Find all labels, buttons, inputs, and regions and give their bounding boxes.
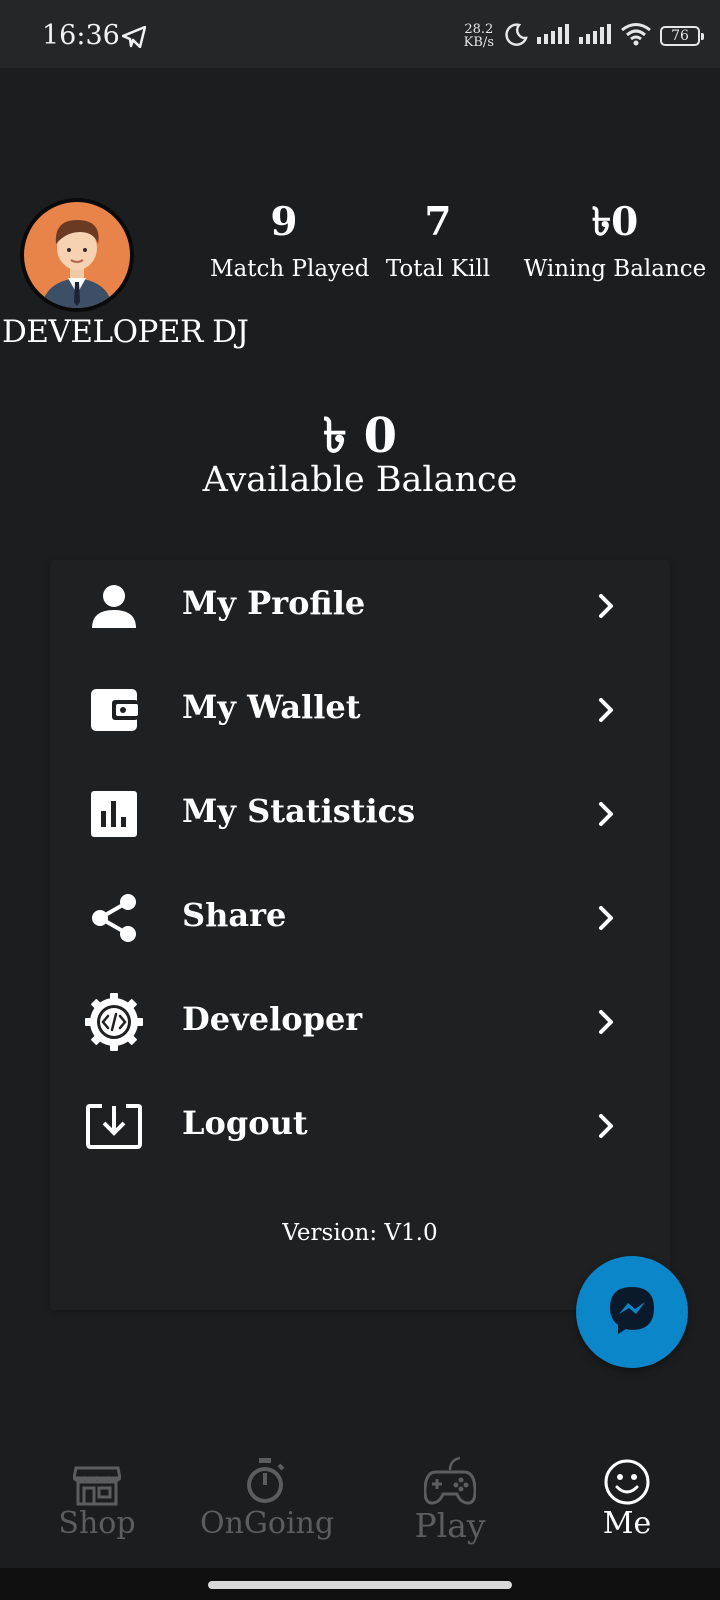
wifi-icon	[620, 22, 652, 50]
menu-card: My Profile My Wallet My Statistics Share	[50, 560, 670, 1310]
stat-total-kill: 7 Total Kill	[384, 198, 492, 284]
menu-item-share[interactable]: Share	[50, 872, 670, 964]
signal-icon	[578, 23, 612, 49]
bar-chart-icon	[84, 784, 144, 844]
moon-icon	[504, 22, 528, 50]
menu-item-label: My Profile	[182, 584, 366, 622]
status-bar: 16:36 28.2 KB/s 76	[0, 0, 720, 68]
bottom-nav: Shop OnGoing Play Me	[0, 1450, 720, 1570]
nav-item-ongoing[interactable]: OnGoing	[200, 1450, 335, 1541]
chevron-right-icon	[594, 694, 618, 726]
status-right: 28.2 KB/s 76	[464, 22, 704, 50]
available-balance-label: Available Balance	[202, 460, 518, 500]
store-icon	[52, 1450, 142, 1506]
menu-item-label: Developer	[182, 1000, 363, 1038]
stat-value: 9	[270, 199, 298, 245]
menu-item-logout[interactable]: Logout	[50, 1080, 670, 1172]
messenger-icon	[606, 1284, 658, 1340]
stat-wining-balance: ৳0 Wining Balance	[515, 198, 715, 284]
stat-match-played: 9 Match Played	[210, 198, 370, 284]
chevron-right-icon	[594, 1110, 618, 1142]
menu-item-my-profile[interactable]: My Profile	[50, 560, 670, 652]
network-speed: 28.2 KB/s	[464, 23, 494, 49]
stat-value: 7	[424, 199, 452, 245]
stat-label: Match Played	[210, 256, 370, 282]
menu-item-label: My Wallet	[182, 688, 361, 726]
username: DEVELOPER DJ	[2, 314, 249, 350]
nav-item-me[interactable]: Me	[582, 1450, 672, 1541]
stat-label: Wining Balance	[523, 256, 707, 282]
nav-label: Shop	[58, 1506, 136, 1541]
stat-value: ৳0	[591, 199, 639, 245]
stopwatch-icon	[200, 1450, 330, 1506]
code-gear-icon	[84, 992, 144, 1052]
app-version: Version: V1.0	[282, 1220, 438, 1246]
network-speed-unit: KB/s	[463, 35, 494, 50]
avatar[interactable]	[20, 198, 134, 312]
smiley-icon	[582, 1450, 672, 1506]
person-icon	[84, 576, 144, 636]
wallet-icon	[84, 680, 144, 740]
menu-item-label: Share	[182, 896, 287, 934]
nav-label: Me	[602, 1506, 652, 1541]
chevron-right-icon	[594, 1006, 618, 1038]
telegram-icon	[121, 25, 147, 52]
home-gesture-bar[interactable]	[208, 1581, 512, 1589]
stat-label: Total Kill	[385, 256, 491, 282]
chevron-right-icon	[594, 590, 618, 622]
menu-item-label: My Statistics	[182, 792, 416, 830]
signal-icon	[536, 23, 570, 49]
download-box-icon	[84, 1096, 144, 1156]
menu-item-label: Logout	[182, 1104, 308, 1142]
gamepad-icon	[400, 1450, 500, 1506]
status-time: 16:36	[42, 20, 120, 51]
battery-indicator: 76	[660, 26, 704, 46]
chevron-right-icon	[594, 798, 618, 830]
menu-item-my-statistics[interactable]: My Statistics	[50, 768, 670, 860]
share-icon	[84, 888, 144, 948]
menu-item-developer[interactable]: Developer	[50, 976, 670, 1068]
nav-label: OnGoing	[200, 1506, 335, 1541]
messenger-fab[interactable]	[576, 1256, 688, 1368]
nav-label: Play	[414, 1506, 486, 1545]
nav-item-shop[interactable]: Shop	[52, 1450, 142, 1541]
chevron-right-icon	[594, 902, 618, 934]
nav-item-play[interactable]: Play	[400, 1450, 500, 1545]
menu-item-my-wallet[interactable]: My Wallet	[50, 664, 670, 756]
